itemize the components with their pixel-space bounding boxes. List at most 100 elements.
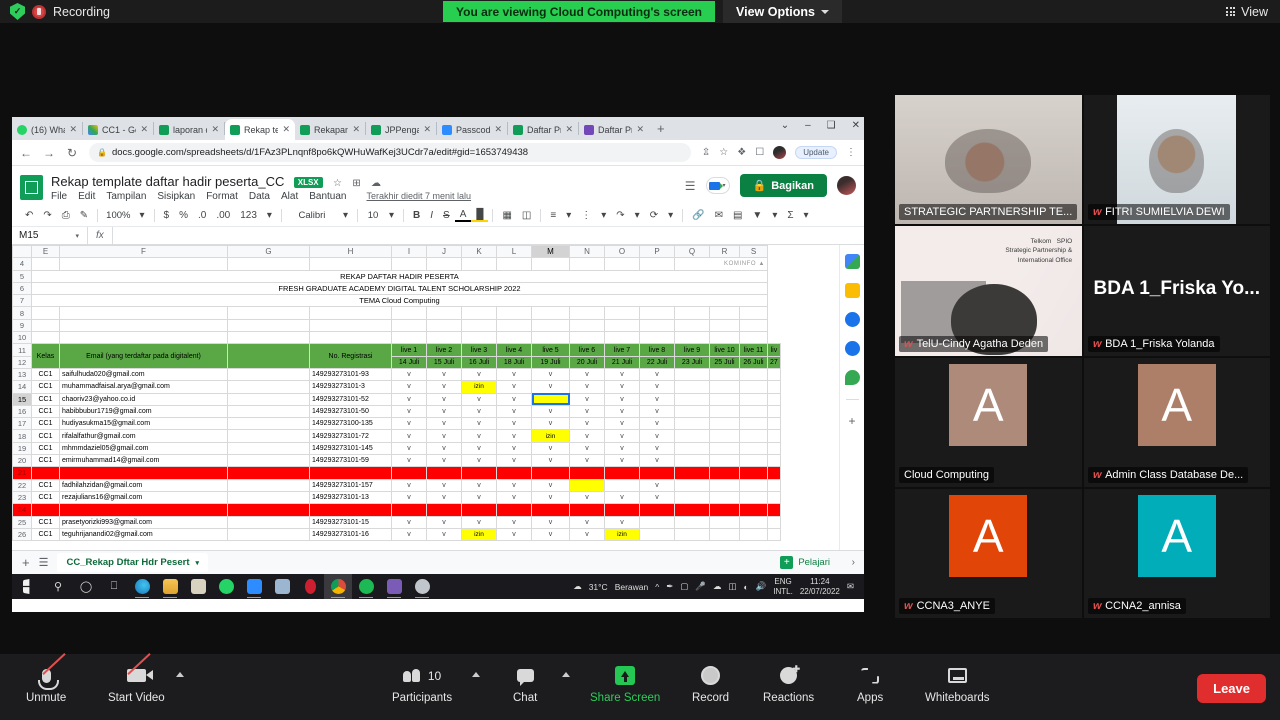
cell-registrasi[interactable]: 149293273101-145 xyxy=(310,442,392,454)
cell[interactable] xyxy=(675,332,710,344)
cell-attendance-6[interactable]: v xyxy=(570,491,605,503)
add-addon-icon[interactable]: + xyxy=(848,414,855,428)
cell-attendance-5[interactable]: v xyxy=(532,442,570,454)
cell-attendance-3[interactable]: v xyxy=(462,368,497,380)
header-session-date-6[interactable]: 20 Juli xyxy=(570,356,605,368)
cell-attendance-4[interactable] xyxy=(497,467,532,479)
browser-tab[interactable]: Daftar Pre✕ xyxy=(579,119,649,140)
cell[interactable] xyxy=(675,319,710,331)
99app-icon[interactable] xyxy=(268,574,296,599)
cell-blank[interactable] xyxy=(228,479,310,491)
cell[interactable] xyxy=(640,332,675,344)
close-icon[interactable]: ✕ xyxy=(494,124,502,135)
cell[interactable] xyxy=(32,307,60,319)
cell-attendance-6[interactable]: v xyxy=(570,528,605,540)
row-header-13[interactable]: 13 xyxy=(13,368,32,380)
close-icon[interactable]: ✕ xyxy=(423,124,431,135)
search-icon[interactable]: ⚲ xyxy=(44,574,72,599)
cell-registrasi[interactable]: 149293273101-13 xyxy=(310,491,392,503)
cell[interactable] xyxy=(462,258,497,270)
column-header-g[interactable]: G xyxy=(228,246,310,258)
cell[interactable] xyxy=(710,307,740,319)
cell-attendance-1[interactable]: v xyxy=(392,516,427,528)
column-header-q[interactable]: Q xyxy=(675,246,710,258)
cell-attendance-5[interactable]: izin xyxy=(532,430,570,442)
cell-attendance-12[interactable] xyxy=(768,491,781,503)
cell-attendance-12[interactable] xyxy=(768,393,781,405)
column-header-n[interactable]: N xyxy=(570,246,605,258)
cell-attendance-7[interactable]: v xyxy=(605,418,640,430)
column-header-s[interactable]: S xyxy=(740,246,768,258)
menu-edit[interactable]: Edit xyxy=(78,191,95,202)
cell-attendance-2[interactable] xyxy=(427,467,462,479)
tab-search-icon[interactable]: ⌄ xyxy=(781,120,789,131)
cell-blank[interactable] xyxy=(228,381,310,393)
cell[interactable] xyxy=(32,319,60,331)
row-header-5[interactable]: 5 xyxy=(13,270,32,282)
keep-icon[interactable] xyxy=(845,283,860,298)
google-meet-button[interactable]: ▾ xyxy=(706,177,730,194)
cell-attendance-12[interactable] xyxy=(768,504,781,516)
header-session-date-8[interactable]: 22 Juli xyxy=(640,356,675,368)
cell-registrasi[interactable]: 149293273101-93 xyxy=(310,368,392,380)
header-session-1[interactable]: live 1 xyxy=(392,344,427,356)
sheet-title-line-1[interactable]: REKAP DAFTAR HADIR PESERTA xyxy=(32,270,768,282)
cell-attendance-11[interactable] xyxy=(740,405,768,417)
cell-attendance-6[interactable]: v xyxy=(570,516,605,528)
url-input[interactable]: 🔒 docs.google.com/spreadsheets/d/1FAz3PL… xyxy=(89,143,691,162)
font-family-select[interactable]: Calibri xyxy=(286,210,338,221)
document-title[interactable]: Rekap template daftar hadir peserta_CC xyxy=(51,174,284,189)
back-icon[interactable]: ← xyxy=(20,146,32,160)
text-rotation-icon[interactable]: ⟳ xyxy=(645,210,663,221)
chevron-down-icon[interactable]: ▾ xyxy=(195,559,199,567)
cell[interactable] xyxy=(570,307,605,319)
cell-email[interactable]: prasetyorizki993@gmail.com xyxy=(60,516,228,528)
column-header-l[interactable]: L xyxy=(497,246,532,258)
view-button[interactable]: View xyxy=(1226,0,1268,23)
cell[interactable] xyxy=(710,332,740,344)
cell[interactable] xyxy=(60,319,228,331)
insert-chart-icon[interactable]: ▤ xyxy=(728,210,747,221)
cell-attendance-6[interactable]: v xyxy=(570,430,605,442)
cell-kelas[interactable]: CC1 xyxy=(32,467,60,479)
notifications-icon[interactable]: ✉ xyxy=(847,581,854,592)
cell-attendance-10[interactable] xyxy=(710,516,740,528)
cell-attendance-2[interactable]: v xyxy=(427,479,462,491)
cell-attendance-1[interactable]: v xyxy=(392,455,427,467)
share-icon[interactable]: ⇫ xyxy=(702,147,710,158)
cell-attendance-7[interactable]: v xyxy=(605,405,640,417)
cell-kelas[interactable]: CC1 xyxy=(32,405,60,417)
cell-attendance-3[interactable]: v xyxy=(462,405,497,417)
share-screen-button[interactable]: Share Screen xyxy=(590,663,660,704)
reload-icon[interactable]: ↻ xyxy=(66,146,78,160)
cell-attendance-2[interactable]: v xyxy=(427,418,462,430)
menu-tampilan[interactable]: Tampilan xyxy=(106,191,146,202)
header-session-12[interactable]: liv xyxy=(768,344,781,356)
cell-attendance-4[interactable]: v xyxy=(497,516,532,528)
participant-tile[interactable]: Aw CCNA3_ANYE xyxy=(895,489,1082,618)
browser-tab[interactable]: laporan d✕ xyxy=(154,119,224,140)
header-session-6[interactable]: live 6 xyxy=(570,344,605,356)
cell-attendance-8[interactable]: v xyxy=(640,405,675,417)
vertical-align-icon[interactable]: ⋮ xyxy=(576,210,596,221)
row-header-19[interactable]: 19 xyxy=(13,442,32,454)
column-header-j[interactable]: J xyxy=(427,246,462,258)
leave-button[interactable]: Leave xyxy=(1197,674,1266,703)
filter-icon[interactable]: ▼ xyxy=(747,210,767,221)
maximize-icon[interactable]: ❑ xyxy=(827,120,836,131)
column-header-r[interactable]: R xyxy=(710,246,740,258)
cell-attendance-7[interactable]: v xyxy=(605,430,640,442)
row-header-23[interactable]: 23 xyxy=(13,491,32,503)
row-header-8[interactable]: 8 xyxy=(13,307,32,319)
cell-attendance-2[interactable]: v xyxy=(427,516,462,528)
chevron-down-icon[interactable]: ▾ xyxy=(134,210,149,221)
row-header-25[interactable]: 25 xyxy=(13,516,32,528)
account-avatar[interactable] xyxy=(837,176,856,195)
cell-blank[interactable] xyxy=(228,516,310,528)
chevron-down-icon[interactable]: ▾ xyxy=(663,210,678,221)
cell-attendance-5[interactable]: v xyxy=(532,455,570,467)
cell-attendance-3[interactable]: v xyxy=(462,516,497,528)
extensions-icon[interactable]: ❖ xyxy=(737,147,746,158)
cell[interactable] xyxy=(497,307,532,319)
row-header-20[interactable]: 20 xyxy=(13,455,32,467)
